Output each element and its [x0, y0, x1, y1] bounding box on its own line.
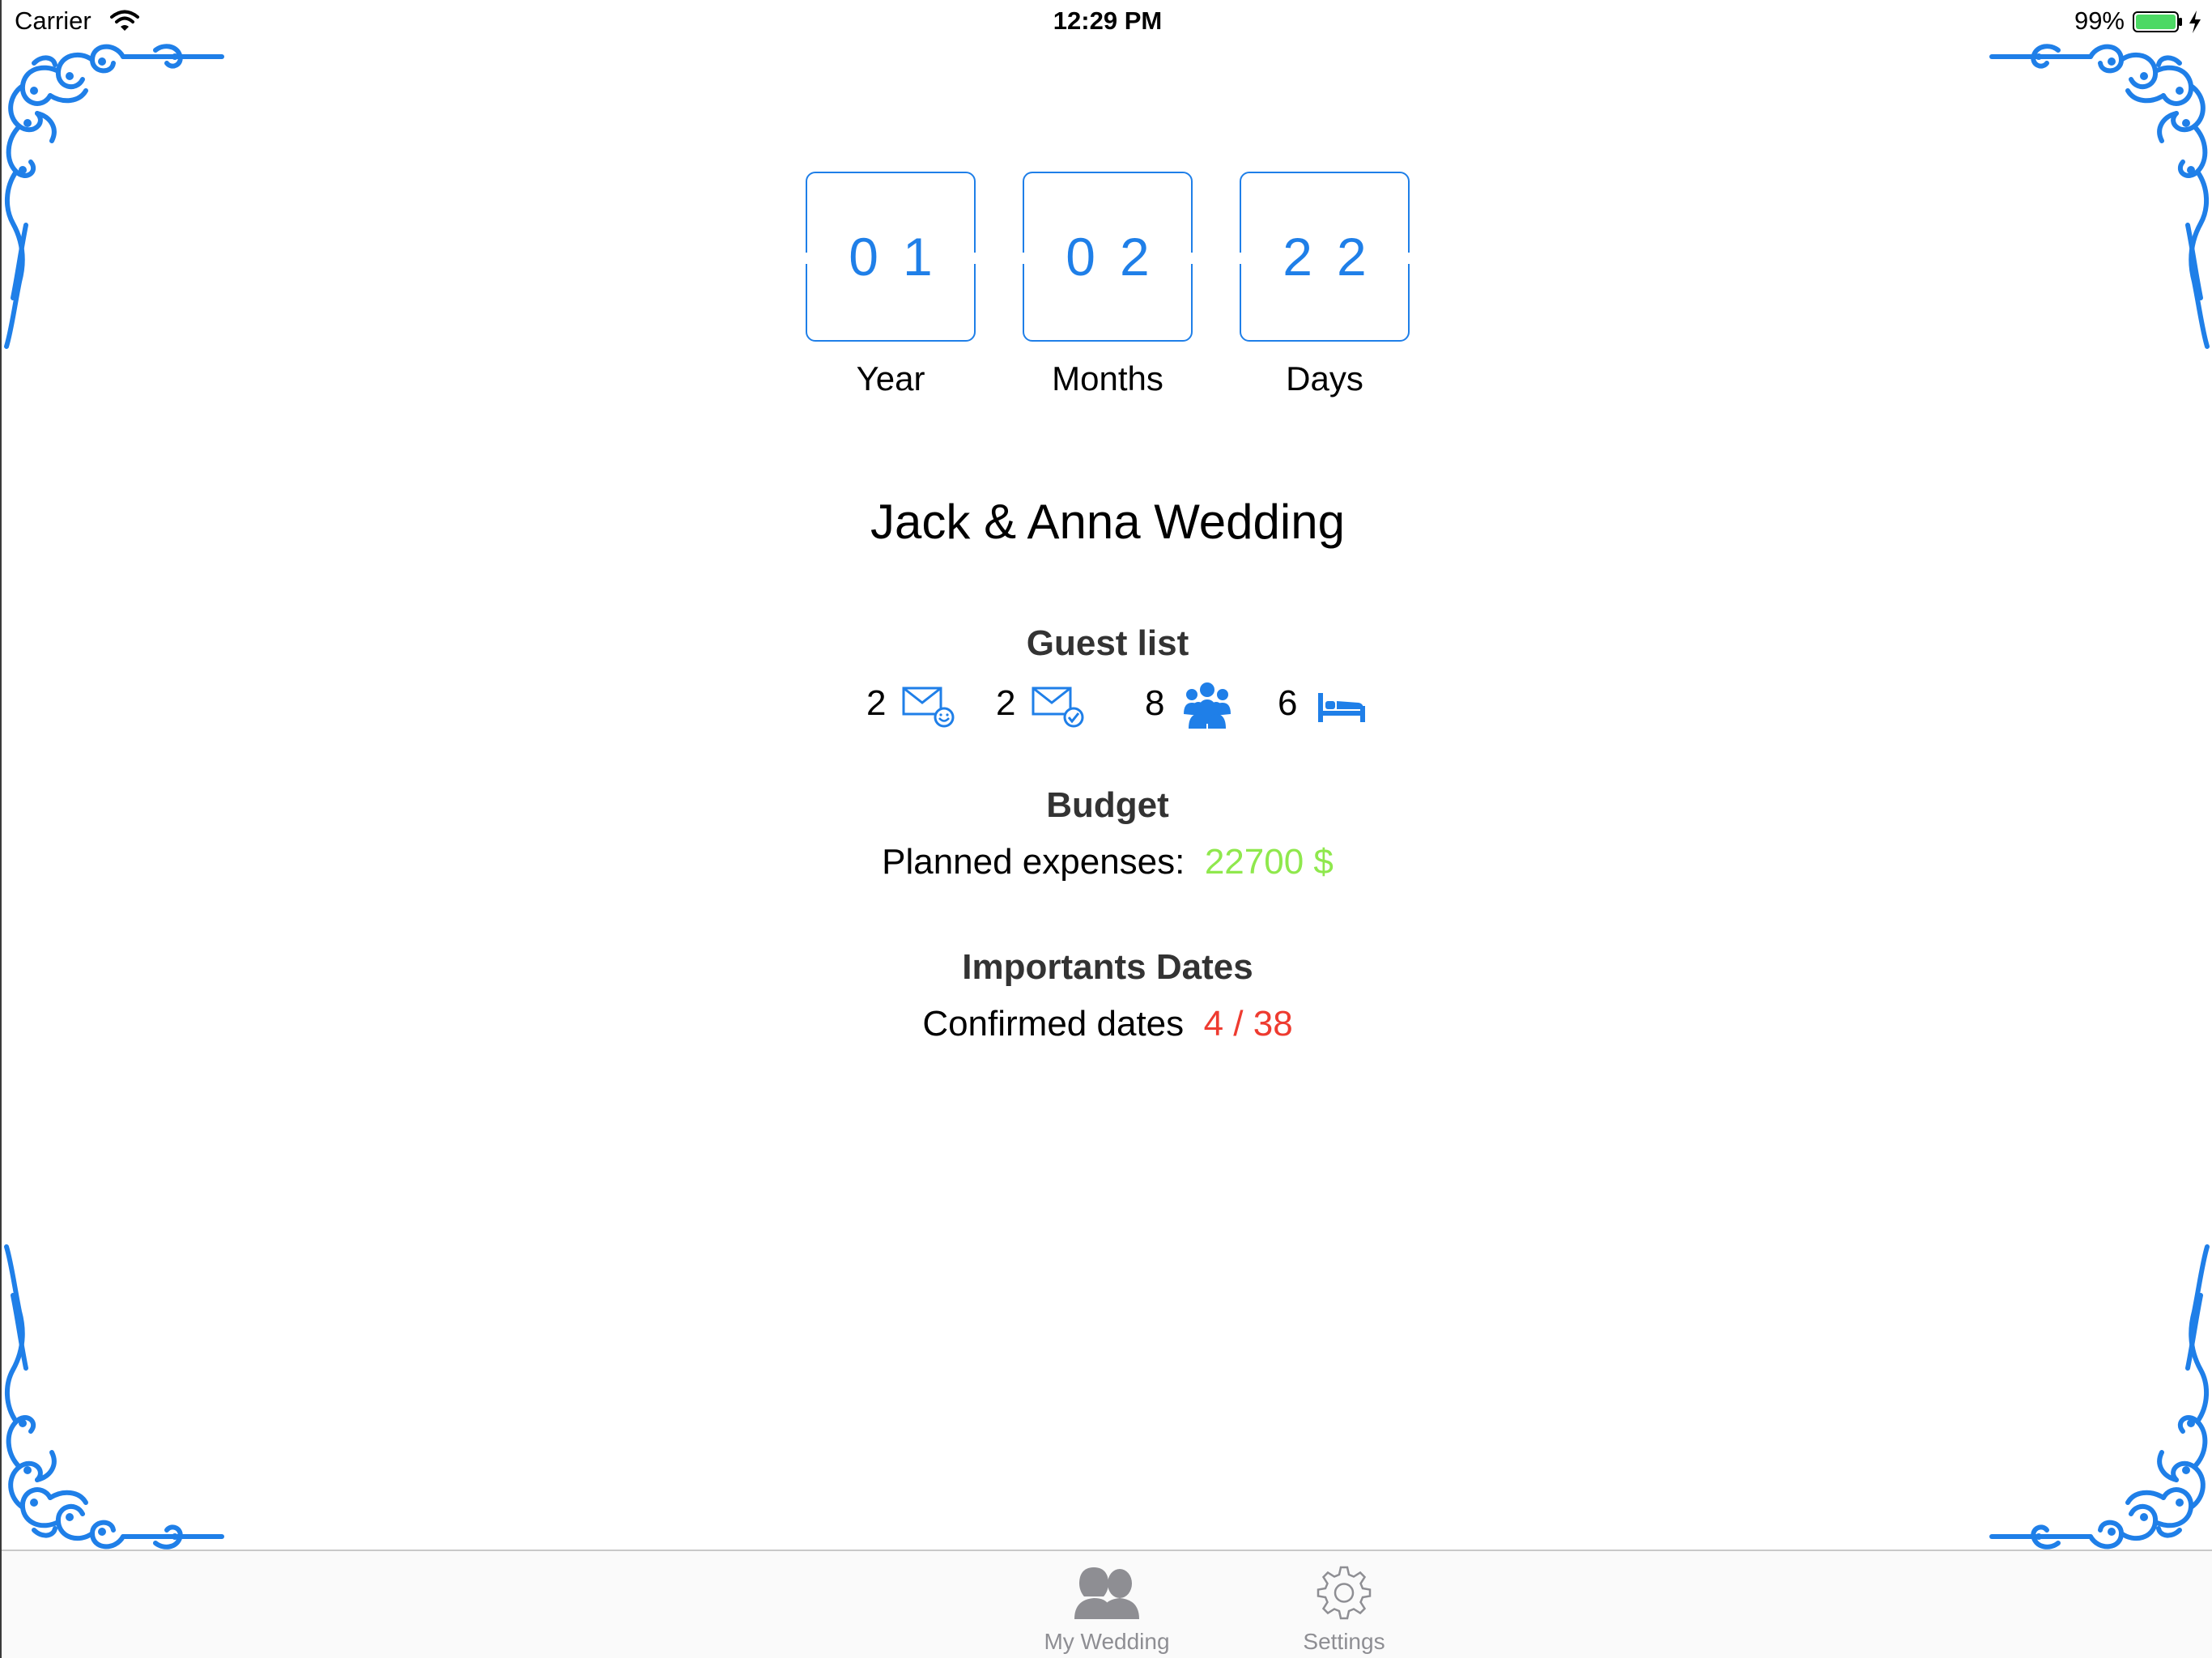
app-screen: Carrier 12:29 PM 99% 01 Year 02 Months 2…: [0, 0, 2212, 1658]
countdown-months: 02 Months: [1021, 172, 1194, 398]
envelope-check-icon: [1032, 687, 1084, 728]
corner-ornament-bottom-right: [1989, 1244, 2210, 1550]
guest-total-count: 8: [1145, 683, 1165, 723]
countdown-years: 01 Year: [804, 172, 977, 398]
clock-label: 12:29 PM: [1053, 6, 1163, 35]
tab-bar: My Wedding Settings: [2, 1550, 2212, 1658]
tab-my-wedding[interactable]: My Wedding: [1018, 1564, 1196, 1655]
countdown-days-label: Days: [1286, 359, 1363, 397]
tab-settings[interactable]: Settings: [1255, 1564, 1433, 1655]
important-dates-heading: Importants Dates: [962, 947, 1253, 987]
guest-invitations-sent-count: 2: [866, 683, 887, 723]
countdown-months-label: Months: [1052, 359, 1163, 397]
important-dates-summary[interactable]: Confirmed dates 4 / 38: [2, 1004, 2212, 1044]
status-bar: Carrier 12:29 PM 99%: [2, 0, 2212, 45]
budget-summary[interactable]: Planned expenses: 22700 $: [2, 842, 2212, 882]
countdown-years-box: 01: [804, 172, 977, 342]
bed-icon: [1318, 693, 1365, 722]
corner-ornament-bottom-left: [4, 1244, 224, 1550]
countdown-days-box: 22: [1238, 172, 1411, 342]
battery-percent: 99%: [2074, 6, 2125, 35]
countdown-months-box: 02: [1021, 172, 1194, 342]
guest-list-heading: Guest list: [1026, 623, 1189, 663]
planned-expenses-label: Planned expenses:: [882, 842, 1185, 882]
guest-list-summary[interactable]: 2 2 8 6: [866, 680, 1368, 737]
group-icon: [1184, 682, 1231, 729]
tab-my-wedding-label: My Wedding: [1044, 1629, 1170, 1654]
budget-heading: Budget: [1046, 785, 1169, 825]
countdown: 01 Year 02 Months 22 Days: [2, 172, 2212, 398]
countdown-years-value: 01: [849, 227, 957, 287]
charging-bolt-icon: [2189, 11, 2201, 33]
countdown-days: 22 Days: [1238, 172, 1411, 398]
countdown-years-label: Year: [856, 359, 925, 397]
confirmed-dates-value: 4 / 38: [1203, 1004, 1293, 1044]
confirmed-dates-label: Confirmed dates: [922, 1004, 1185, 1044]
tab-settings-label: Settings: [1303, 1629, 1385, 1654]
guest-accommodation-count: 6: [1278, 683, 1298, 723]
gear-icon: [1317, 1566, 1372, 1620]
planned-expenses-value: 22700 $: [1204, 842, 1334, 882]
battery-icon: [2133, 11, 2182, 32]
wedding-title: Jack & Anna Wedding: [870, 495, 1345, 549]
countdown-days-value: 22: [1283, 227, 1391, 287]
countdown-months-value: 02: [1066, 227, 1174, 287]
couple-icon: [1074, 1567, 1139, 1619]
envelope-smile-icon: [902, 687, 955, 728]
guest-invitations-confirmed-count: 2: [996, 683, 1016, 723]
